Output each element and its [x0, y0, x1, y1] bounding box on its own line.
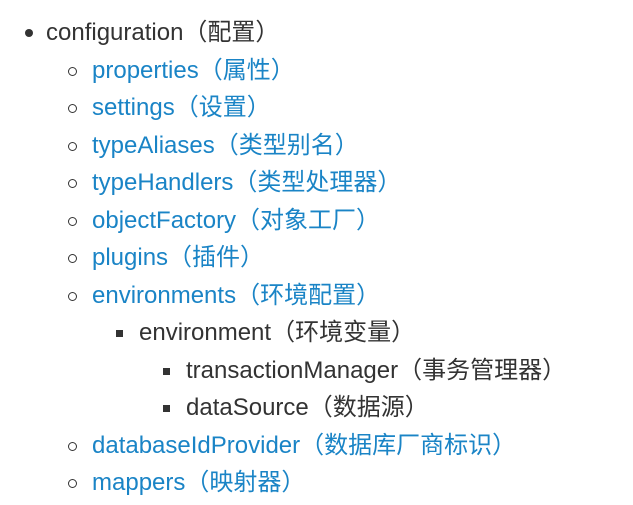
list-item-mappers: mappers（映射器） [0, 467, 633, 499]
square-bullet-icon [159, 355, 173, 387]
list-item-type-aliases: typeAliases（类型别名） [0, 130, 633, 162]
circle-bullet-icon [65, 130, 79, 162]
transaction-manager-label: transactionManager（事务管理器） [186, 357, 567, 384]
settings-link[interactable]: settings（设置） [92, 92, 271, 124]
list-item-database-id-provider: databaseIdProvider（数据库厂商标识） [0, 430, 633, 462]
properties-link[interactable]: properties（属性） [92, 55, 295, 87]
environments-link[interactable]: environments（环境配置） [92, 280, 380, 312]
mappers-link[interactable]: mappers（映射器） [92, 467, 305, 499]
data-source-label: dataSource（数据源） [186, 394, 429, 421]
circle-bullet-icon [65, 242, 79, 274]
database-id-provider-link[interactable]: databaseIdProvider（数据库厂商标识） [92, 430, 516, 462]
list-item-properties: properties（属性） [0, 55, 633, 87]
circle-bullet-icon [65, 167, 79, 199]
type-aliases-link[interactable]: typeAliases（类型别名） [92, 130, 359, 162]
square-bullet-icon [112, 317, 126, 349]
configuration-tree: configuration（配置） properties（属性） setting… [0, 0, 633, 505]
object-factory-link[interactable]: objectFactory（对象工厂） [92, 205, 380, 237]
list-item-data-source: dataSource（数据源） [0, 392, 633, 424]
list-item-plugins: plugins（插件） [0, 242, 633, 274]
list-item-settings: settings（设置） [0, 92, 633, 124]
list-item-transaction-manager: transactionManager（事务管理器） [0, 355, 633, 387]
square-bullet-icon [159, 392, 173, 424]
circle-bullet-icon [65, 55, 79, 87]
list-item-type-handlers: typeHandlers（类型处理器） [0, 167, 633, 199]
plugins-link[interactable]: plugins（插件） [92, 242, 264, 274]
circle-bullet-icon [65, 467, 79, 499]
configuration-label: configuration（配置） [46, 19, 280, 46]
list-item-configuration: configuration（配置） [0, 17, 633, 49]
list-item-environments: environments（环境配置） [0, 280, 633, 312]
circle-bullet-icon [65, 280, 79, 312]
type-handlers-link[interactable]: typeHandlers（类型处理器） [92, 167, 401, 199]
circle-bullet-icon [65, 205, 79, 237]
circle-bullet-icon [65, 92, 79, 124]
circle-bullet-icon [65, 430, 79, 462]
list-item-object-factory: objectFactory（对象工厂） [0, 205, 633, 237]
list-item-environment: environment（环境变量） [0, 317, 633, 349]
disc-bullet-icon [22, 17, 36, 49]
environment-label: environment（环境变量） [139, 319, 416, 346]
